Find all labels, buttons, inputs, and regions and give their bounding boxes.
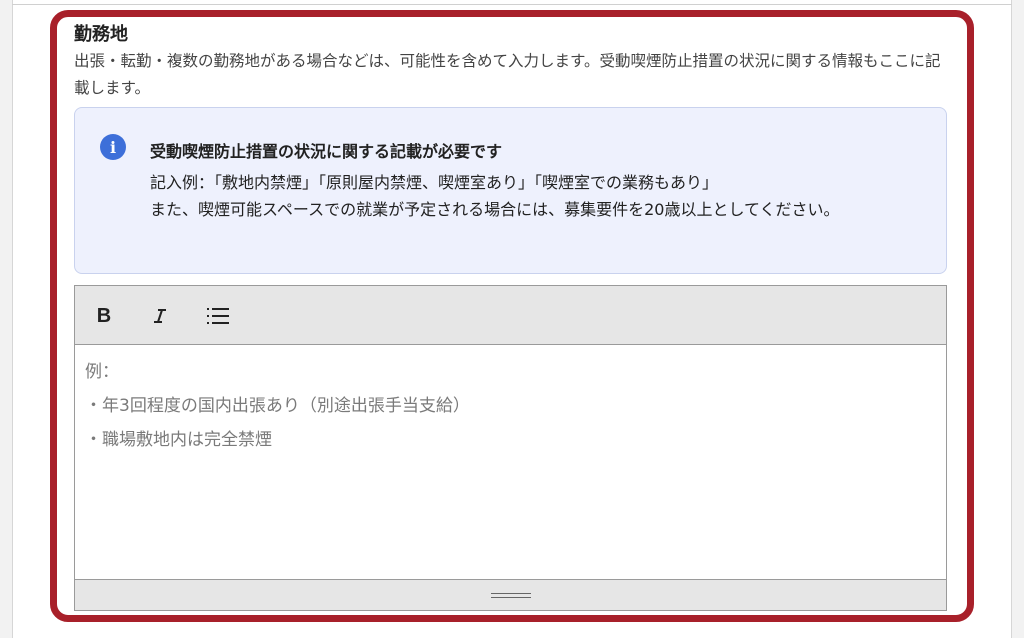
info-icon: i [100, 134, 126, 160]
smoking-notice-box: i 受動喫煙防止措置の状況に関する記載が必要です 記入例：「敷地内禁煙」「原則屋… [74, 107, 947, 274]
italic-icon [154, 309, 166, 323]
bold-icon: B [96, 304, 112, 327]
grip-icon [491, 593, 531, 598]
bulleted-list-button[interactable] [202, 300, 234, 332]
bold-button[interactable]: B [88, 300, 120, 332]
work-location-textarea[interactable] [75, 345, 946, 579]
notice-example: 記入例：「敷地内禁煙」「原則屋内禁煙、喫煙室あり」「喫煙室での業務もあり」 [150, 173, 719, 192]
rich-text-editor: B [74, 285, 947, 611]
resize-handle[interactable] [75, 579, 946, 610]
notice-condition: また、喫煙可能スペースでの就業が予定される場合には、募集要件を20歳以上としてく… [150, 200, 840, 219]
field-title: 勤務地 [74, 24, 128, 45]
italic-button[interactable] [144, 300, 176, 332]
editor-toolbar: B [75, 286, 946, 345]
notice-body: 記入例：「敷地内禁煙」「原則屋内禁煙、喫煙室あり」「喫煙室での業務もあり」 また… [150, 169, 910, 223]
bulleted-list-icon [207, 308, 229, 324]
page-divider [12, 4, 1012, 5]
notice-heading: 受動喫煙防止措置の状況に関する記載が必要です [150, 142, 503, 161]
field-description: 出張・転勤・複数の勤務地がある場合などは、可能性を含めて入力します。受動喫煙防止… [74, 52, 941, 97]
